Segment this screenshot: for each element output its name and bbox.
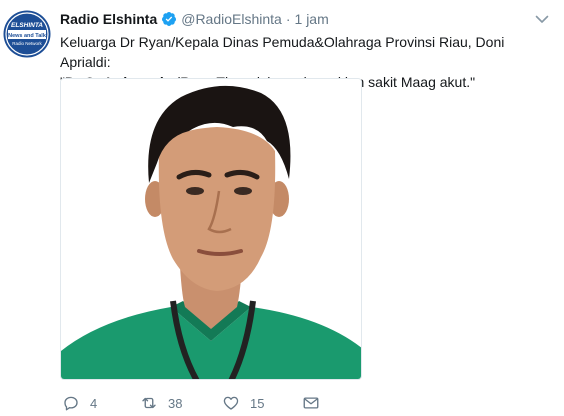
verified-badge-icon xyxy=(161,11,177,27)
tweet-photo[interactable] xyxy=(60,78,362,380)
display-name[interactable]: Radio Elshinta xyxy=(60,11,157,27)
avatar[interactable]: ELSHINTA News and Talk Radio Network xyxy=(3,10,51,58)
tweet-actions: 4 38 15 xyxy=(60,392,400,414)
direct-message-icon xyxy=(303,397,319,409)
reply-button[interactable]: 4 xyxy=(62,392,97,414)
handle[interactable]: @RadioElshinta xyxy=(181,11,282,27)
tweet-text-line1: Keluarga Dr Ryan/Kepala Dinas Pemuda&Ola… xyxy=(60,34,505,70)
caret-down-icon[interactable] xyxy=(534,11,550,27)
timestamp-link[interactable]: 1 jam xyxy=(295,11,329,27)
direct-message-button[interactable] xyxy=(302,392,320,414)
logo-text-middle: News and Talk xyxy=(8,33,47,39)
reply-count: 4 xyxy=(90,395,98,411)
reply-icon xyxy=(64,396,78,411)
portrait-illustration xyxy=(61,79,361,379)
logo-text-top: ELSHINTA xyxy=(11,22,43,29)
retweet-button[interactable]: 38 xyxy=(140,392,182,414)
radio-elshinta-logo: ELSHINTA News and Talk Radio Network xyxy=(3,10,51,58)
like-button[interactable]: 15 xyxy=(222,392,264,414)
logo-text-bottom: Radio Network xyxy=(12,41,42,46)
like-icon xyxy=(223,396,239,410)
like-count: 15 xyxy=(250,395,265,411)
retweet-icon xyxy=(142,397,156,409)
retweet-count: 38 xyxy=(168,395,183,411)
tweet-header: Radio Elshinta @RadioElshinta · 1 jam xyxy=(60,9,550,29)
separator-dot: · xyxy=(285,11,291,27)
